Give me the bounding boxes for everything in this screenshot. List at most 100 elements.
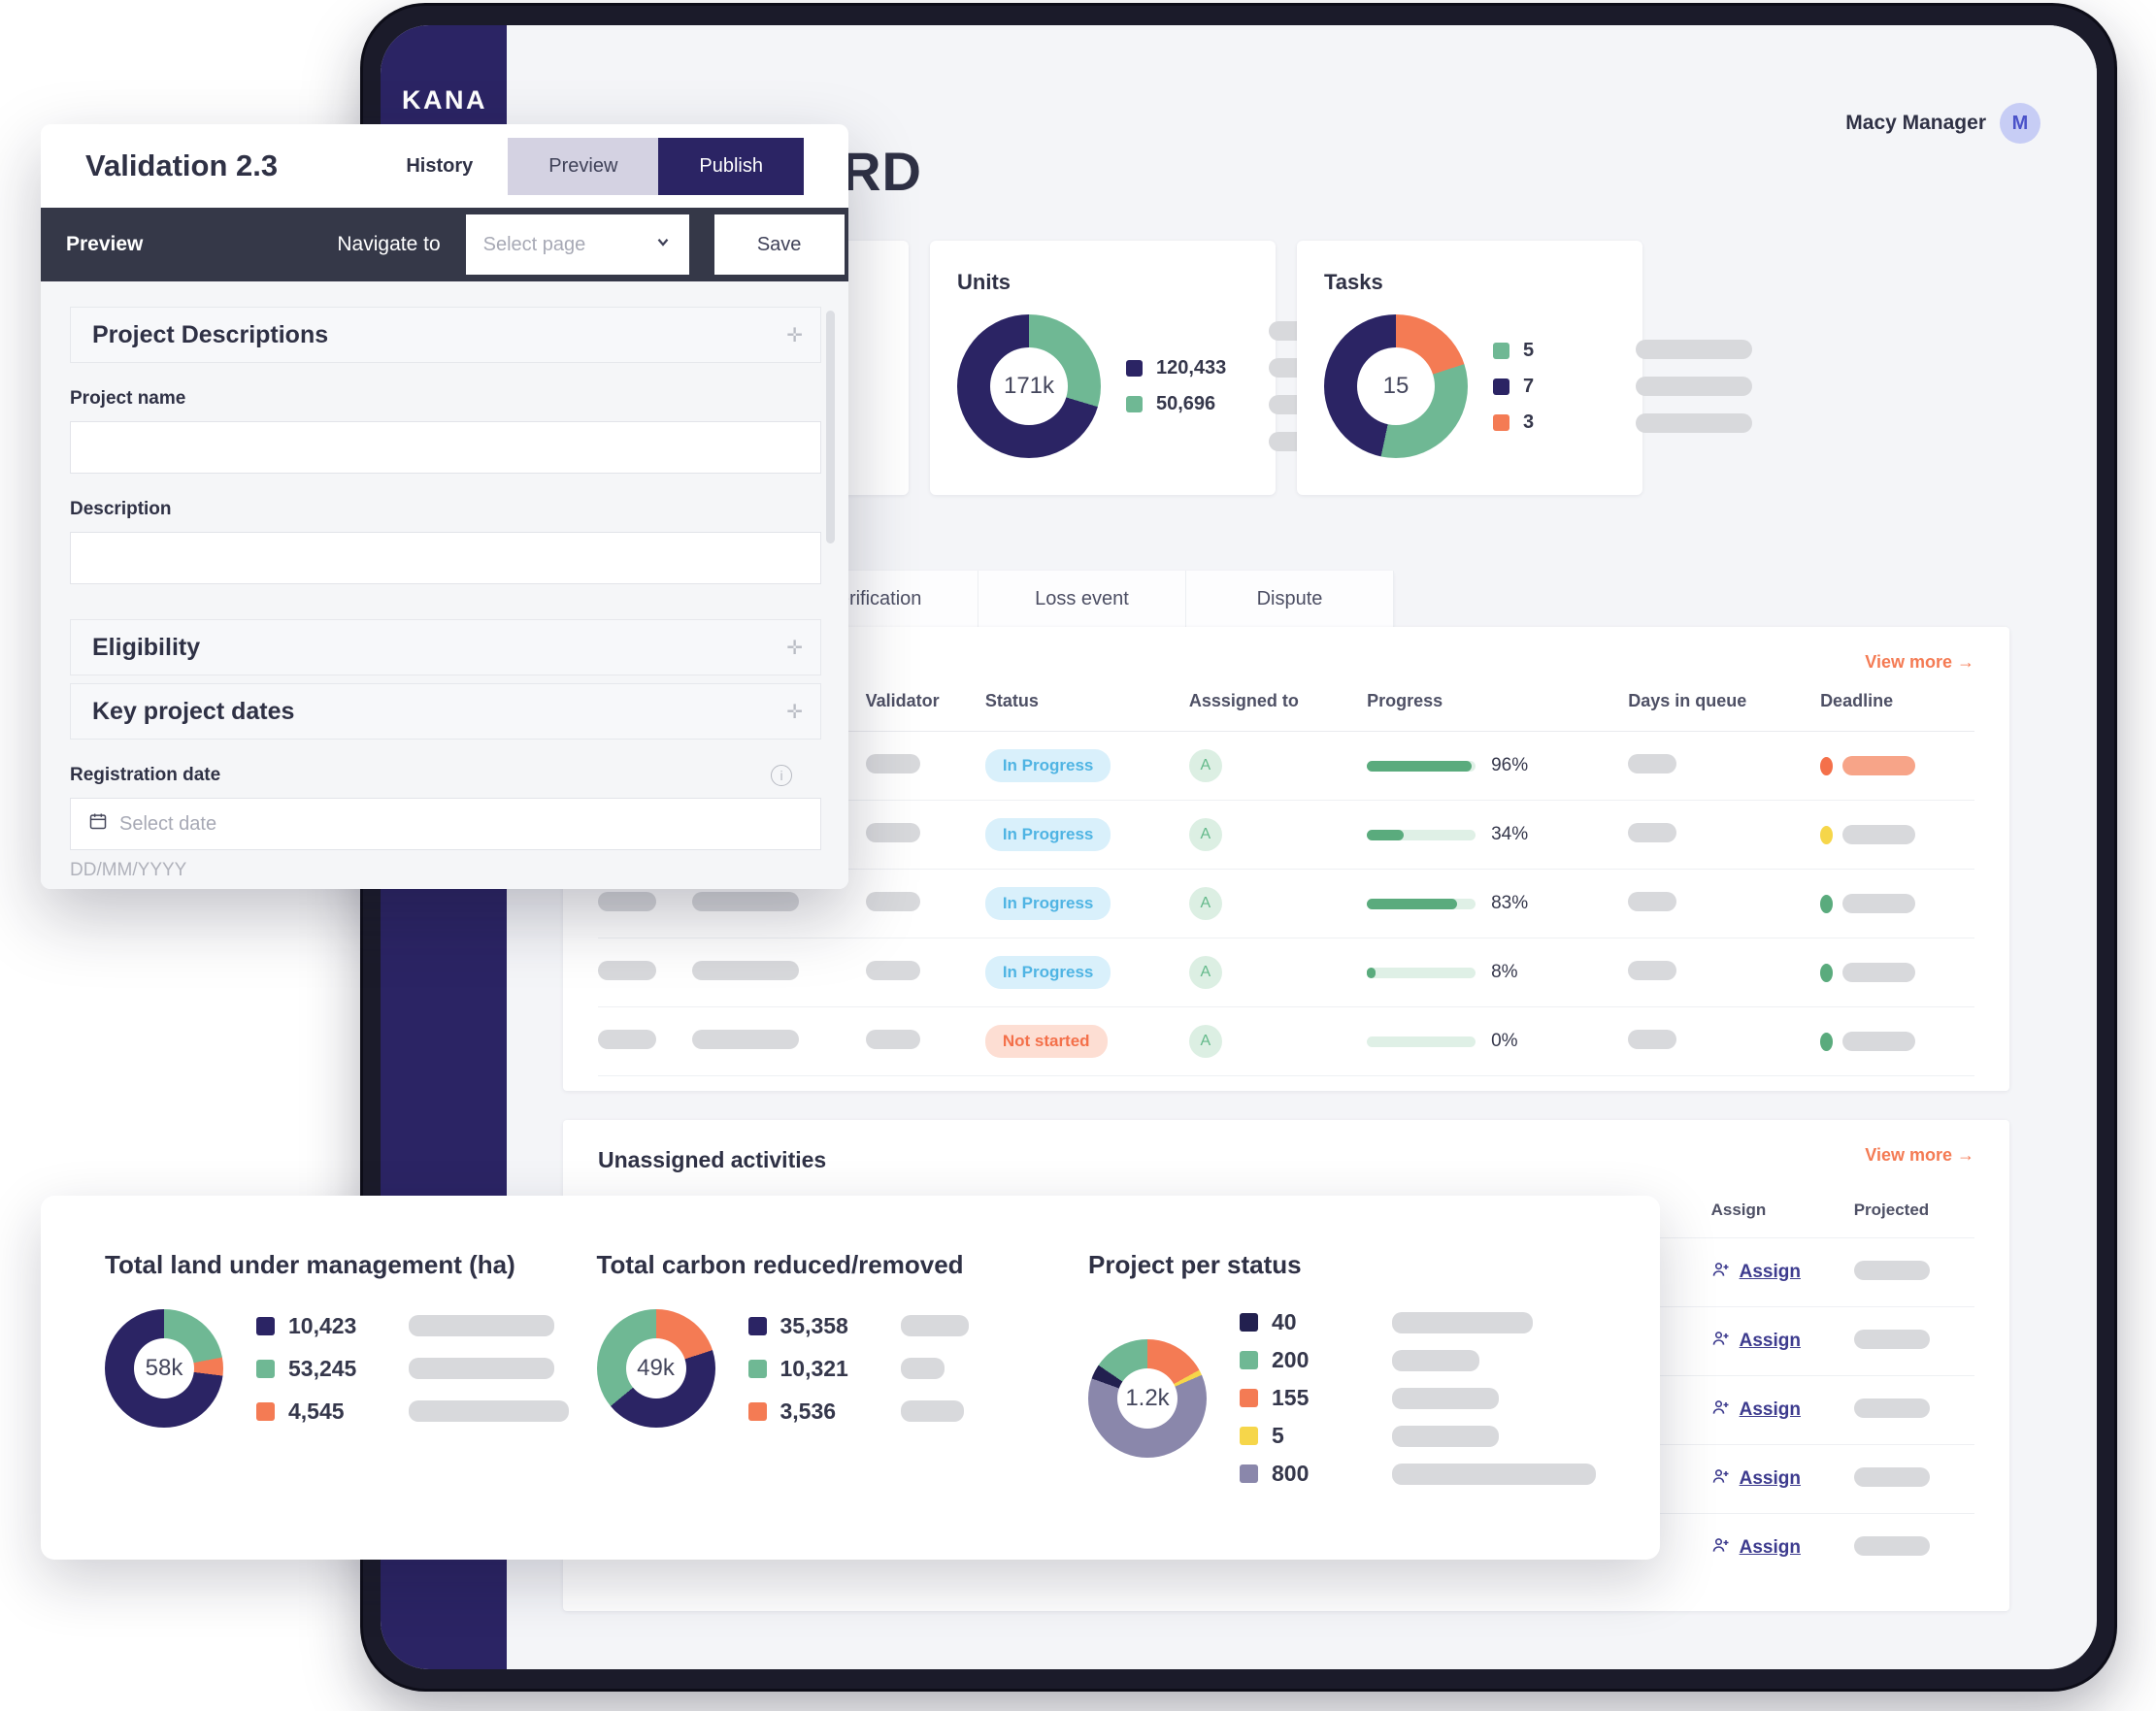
save-button[interactable]: Save bbox=[713, 214, 845, 275]
skeleton-bar bbox=[409, 1315, 554, 1336]
description-input[interactable] bbox=[70, 532, 821, 584]
cell-project bbox=[598, 1006, 693, 1076]
cell-days-in-queue bbox=[1628, 731, 1821, 801]
cell-assign: Assign bbox=[1710, 1306, 1854, 1376]
summary-chart-2: Total carbon reduced/removed 49k 35,358 … bbox=[596, 1250, 1089, 1505]
modal-scrollbar[interactable] bbox=[826, 311, 835, 543]
avatar[interactable]: M bbox=[2000, 103, 2040, 144]
cell-assign: Assign bbox=[1710, 1444, 1854, 1514]
user-chip[interactable]: Macy Manager M bbox=[1845, 103, 2040, 144]
legend-value: 120,433 bbox=[1156, 357, 1227, 378]
assign-button[interactable]: Assign bbox=[1711, 1260, 1801, 1285]
avatar: A bbox=[1188, 887, 1222, 920]
registration-date-input[interactable]: Select date bbox=[70, 798, 821, 850]
legend-swatch bbox=[256, 1316, 275, 1335]
cell-deadline bbox=[1820, 731, 1974, 801]
skeleton-bar bbox=[598, 960, 656, 980]
section-title: Eligibility bbox=[92, 633, 201, 661]
chart-title: Project per status bbox=[1088, 1250, 1302, 1279]
assign-label: Assign bbox=[1739, 1468, 1801, 1489]
section-header-project-descriptions[interactable]: Project Descriptions ✛ bbox=[70, 307, 821, 363]
cell-assign: Assign bbox=[1710, 1375, 1854, 1445]
skeleton-bar bbox=[1842, 963, 1916, 982]
project-name-input[interactable] bbox=[70, 421, 821, 474]
legend-item: 7 bbox=[1493, 376, 1616, 398]
person-add-icon bbox=[1711, 1329, 1731, 1354]
legend-swatch bbox=[747, 1359, 767, 1378]
table-row[interactable]: Not started A 0% bbox=[598, 1006, 1974, 1076]
view-more-link-activities[interactable]: View more → bbox=[1865, 652, 1974, 673]
status-badge: In Progress bbox=[984, 956, 1111, 989]
modal-header: Validation 2.3 History Preview Publish bbox=[41, 124, 848, 208]
deadline-status-dot bbox=[1820, 963, 1834, 982]
legend-skeletons bbox=[1636, 340, 1752, 433]
skeleton-bar bbox=[1392, 1311, 1533, 1333]
tab-loss-event[interactable]: Loss event bbox=[978, 571, 1186, 627]
drag-move-icon[interactable]: ✛ bbox=[786, 700, 803, 724]
deadline-status-dot bbox=[1820, 894, 1834, 913]
progress-value: 96% bbox=[1491, 755, 1529, 775]
chart-title: Total land under management (ha) bbox=[105, 1250, 515, 1279]
skeleton-bar bbox=[1842, 1032, 1916, 1051]
legend-swatch bbox=[1493, 378, 1509, 395]
cell-validator bbox=[865, 869, 985, 938]
select-page-value: Select page bbox=[482, 233, 586, 255]
avatar: A bbox=[1188, 749, 1222, 782]
cell-days-in-queue bbox=[1628, 869, 1821, 938]
legend-swatch bbox=[1240, 1389, 1258, 1407]
person-add-icon bbox=[1711, 1466, 1731, 1492]
legend-value: 3 bbox=[1523, 411, 1535, 433]
donut-center-label: 15 bbox=[1357, 347, 1435, 425]
assign-button[interactable]: Assign bbox=[1711, 1535, 1801, 1561]
select-page-dropdown[interactable]: Select page bbox=[465, 214, 689, 275]
info-icon[interactable]: i bbox=[771, 765, 792, 786]
history-button[interactable]: History bbox=[406, 155, 473, 178]
cell-status: In Progress bbox=[984, 731, 1189, 801]
section-title: Key project dates bbox=[92, 697, 295, 725]
preview-button[interactable]: Preview bbox=[508, 137, 659, 195]
drag-move-icon[interactable]: ✛ bbox=[786, 323, 803, 347]
publish-button[interactable]: Publish bbox=[658, 137, 804, 195]
cell-assigned-to: A bbox=[1188, 731, 1368, 801]
assign-button[interactable]: Assign bbox=[1711, 1466, 1801, 1492]
tab-dispute[interactable]: Dispute bbox=[1186, 571, 1394, 627]
status-badge: In Progress bbox=[984, 887, 1111, 920]
cell-validator bbox=[865, 1006, 985, 1076]
legend-item: 120,433 bbox=[1126, 357, 1249, 379]
cell-deadline bbox=[1820, 800, 1974, 870]
skeleton-bar bbox=[692, 1029, 800, 1049]
skeleton-bar bbox=[900, 1400, 964, 1422]
section-header-key-project-dates[interactable]: Key project dates ✛ bbox=[70, 683, 821, 740]
assign-button[interactable]: Assign bbox=[1711, 1329, 1801, 1354]
donut-chart: 171k bbox=[957, 314, 1101, 458]
column-header: Days in queue bbox=[1628, 652, 1821, 732]
progress-value: 34% bbox=[1491, 824, 1529, 844]
table-row[interactable]: In Progress A 8% bbox=[598, 938, 1974, 1007]
assign-button[interactable]: Assign bbox=[1711, 1398, 1801, 1423]
cell-activity bbox=[692, 1006, 866, 1076]
person-add-icon bbox=[1711, 1260, 1731, 1285]
cell-assign: Assign bbox=[1710, 1237, 1854, 1307]
donut-chart: 58k bbox=[105, 1309, 223, 1428]
person-add-icon bbox=[1711, 1398, 1731, 1423]
skeleton-bar bbox=[1842, 894, 1916, 913]
section-header-eligibility[interactable]: Eligibility ✛ bbox=[70, 619, 821, 675]
skeleton-bar bbox=[865, 753, 920, 773]
cell-projected bbox=[1853, 1375, 1974, 1445]
legend-item: 800 bbox=[1240, 1461, 1596, 1487]
progress-value: 83% bbox=[1491, 893, 1529, 913]
skeleton-bar bbox=[1628, 891, 1677, 911]
summary-charts-card: Total land under management (ha) 58k 10,… bbox=[41, 1196, 1660, 1560]
field-registration-date: Registration date i Select date DD/MM/YY… bbox=[70, 765, 821, 881]
legend-item: 10,321 bbox=[747, 1356, 969, 1382]
view-more-link-unassigned[interactable]: View more → bbox=[1865, 1145, 1974, 1166]
legend-swatch bbox=[1126, 396, 1143, 412]
user-name: Macy Manager bbox=[1845, 112, 1986, 134]
donut-center-label: 1.2k bbox=[1117, 1367, 1178, 1429]
assign-label: Assign bbox=[1739, 1537, 1801, 1558]
drag-move-icon[interactable]: ✛ bbox=[786, 636, 803, 660]
skeleton-bar bbox=[900, 1358, 945, 1379]
chevron-down-icon bbox=[654, 233, 672, 256]
legend-item: 35,358 bbox=[747, 1313, 969, 1339]
skeleton-bar bbox=[1853, 1466, 1930, 1487]
